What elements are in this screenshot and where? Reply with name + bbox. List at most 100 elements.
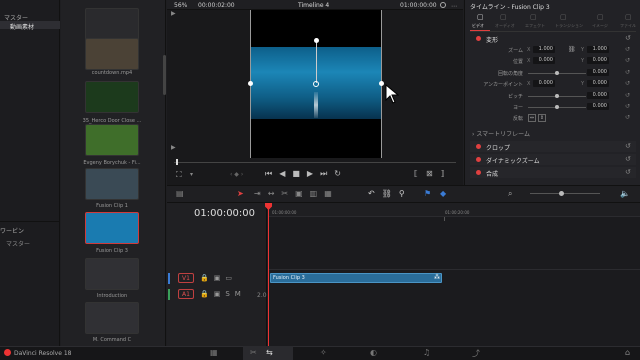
insert-clip-icon[interactable]: ▣ — [295, 189, 310, 198]
v1-lock-icon[interactable]: 🔒 — [200, 274, 214, 282]
transform-x-field[interactable]: 1.000 — [533, 46, 555, 53]
transform-y-field[interactable]: 0.000 — [587, 92, 609, 99]
a1-controls[interactable]: 🔒▣SM — [200, 290, 246, 298]
mark-in-icon[interactable]: ⟦ — [414, 169, 426, 178]
transform-header[interactable]: 変形 — [486, 35, 498, 44]
tab-transition-icon[interactable]: ▢ — [560, 13, 567, 21]
center-handle[interactable] — [313, 81, 319, 87]
crop-enable-icon[interactable] — [476, 144, 481, 149]
cut-page-icon[interactable]: ✂ — [250, 348, 257, 357]
transform-slider-knob[interactable] — [555, 71, 559, 75]
a1-track-label[interactable]: A1 — [178, 289, 194, 299]
v1-track-label[interactable]: V1 — [178, 273, 194, 283]
color-page-icon[interactable]: ◐ — [370, 348, 377, 357]
zoom-level[interactable]: 56% — [174, 2, 187, 9]
zoom-icon[interactable]: ⌕ — [508, 189, 512, 199]
viewer-left-icon[interactable]: ▶ — [171, 10, 176, 17]
tab-video[interactable]: ビデオ — [472, 23, 484, 29]
dynamic-trim-icon[interactable]: ↔ — [268, 189, 282, 198]
loop-icon[interactable]: ↻ — [334, 169, 348, 178]
power-bins-label[interactable]: ワービン — [0, 226, 24, 235]
smart-reframe-header[interactable]: › スマートリフレーム — [472, 129, 530, 138]
timeline-name[interactable]: Timeline 4 — [298, 2, 329, 9]
project-home-icon[interactable]: ⌂ — [625, 348, 630, 357]
dynamic-zoom-reset-icon[interactable]: ↺ — [625, 155, 631, 163]
row-reset-icon[interactable]: ↺ — [625, 103, 630, 110]
mark-clip-icon[interactable]: ⊠ — [426, 169, 441, 178]
go-start-icon[interactable]: ⏮ — [265, 169, 279, 178]
tab-transition[interactable]: トランジション — [555, 23, 583, 29]
play-icon[interactable]: ▶ — [307, 169, 320, 178]
transform-y-field[interactable]: 0.000 — [587, 103, 609, 110]
transform-y-field[interactable]: 0.000 — [587, 80, 609, 87]
tab-effects[interactable]: エフェクト — [525, 23, 545, 29]
scrub-bar[interactable] — [174, 162, 456, 163]
transport-controls[interactable]: ⏮◀■▶⏭↻ — [265, 169, 348, 179]
flag-icon[interactable]: ⚑ — [424, 189, 431, 198]
transform-enable-icon[interactable] — [476, 36, 481, 41]
row-reset-icon[interactable]: ↺ — [625, 69, 630, 76]
tab-file[interactable]: ファイル — [620, 23, 636, 29]
viewer-menu-icon[interactable]: ⋯ — [451, 3, 457, 10]
snapping-icon[interactable]: ↶ — [368, 189, 382, 198]
crop-reset-icon[interactable]: ↺ — [625, 142, 631, 150]
a1-autoselect-icon[interactable]: ▣ — [214, 290, 226, 298]
jog-icon[interactable]: ‹ ◆ › — [230, 171, 243, 178]
edit-page-icon[interactable]: ⇆ — [266, 348, 273, 357]
fusion-clip-3-thumbnail[interactable] — [85, 212, 139, 244]
tab-effects-icon[interactable]: ▢ — [530, 13, 537, 21]
playhead-line[interactable] — [268, 209, 269, 346]
viewer-bottom-left-icon[interactable]: ▶ — [171, 144, 176, 151]
left-handle[interactable] — [248, 81, 253, 86]
transform-slider-knob[interactable] — [555, 94, 559, 98]
evgeny-clip-thumbnail[interactable] — [85, 124, 139, 156]
transform-y-field[interactable]: 0.000 — [587, 69, 609, 76]
selection-tool-icon[interactable]: ➤ — [237, 189, 244, 198]
a1-lock-icon[interactable]: 🔒 — [200, 290, 214, 298]
command-c-clip-thumbnail[interactable] — [85, 302, 139, 334]
replace-clip-icon[interactable]: ▦ — [324, 189, 339, 198]
zoom-link-icon[interactable]: ⛓ — [568, 46, 576, 53]
timeline-view-icon[interactable]: ▤ — [176, 189, 184, 198]
row-reset-icon[interactable]: ↺ — [625, 57, 630, 64]
deliver-page-icon[interactable]: ⤴ — [472, 348, 480, 359]
fusion-clip-1-thumbnail[interactable] — [85, 168, 139, 200]
overwrite-clip-icon[interactable]: ▥ — [310, 189, 325, 198]
transform-x-field[interactable]: 0.000 — [533, 57, 555, 64]
row-reset-icon[interactable]: ↺ — [625, 46, 630, 53]
row-reset-icon[interactable]: ↺ — [625, 80, 630, 87]
tab-video-icon[interactable]: ▢ — [477, 13, 484, 21]
introduction-clip-thumbnail[interactable] — [85, 258, 139, 290]
position-lock-icon[interactable]: ⚲ — [399, 189, 412, 198]
transform-slider-knob[interactable] — [555, 105, 559, 109]
go-end-icon[interactable]: ⏭ — [320, 169, 334, 178]
door-close-clip-thumbnail[interactable] — [85, 81, 139, 113]
timecode-options-icon[interactable] — [440, 2, 446, 8]
blade-tool-icon[interactable]: ✂ — [281, 189, 295, 198]
row-reset-icon[interactable]: ↺ — [625, 114, 630, 121]
dynamic-zoom-enable-icon[interactable] — [476, 157, 481, 162]
tab-image-icon[interactable]: ▢ — [597, 13, 604, 21]
viewer-mode-dropdown-icon[interactable]: ▾ — [190, 171, 193, 178]
mark-out-icon[interactable]: ⟧ — [441, 169, 453, 178]
flip-vertical-icon[interactable]: ⇕ — [538, 114, 546, 122]
fusion-page-icon[interactable]: ✧ — [320, 348, 327, 357]
rotation-handle[interactable] — [314, 38, 319, 43]
transform-y-field[interactable]: 1.000 — [587, 46, 609, 53]
link-icon[interactable]: ⛓ — [382, 189, 399, 198]
viewer-mode-icon[interactable]: ⛶ — [176, 170, 182, 180]
fairlight-page-icon[interactable]: ♫ — [423, 348, 430, 357]
tab-file-icon[interactable]: ▢ — [625, 13, 632, 21]
countdown-clip-thumbnail[interactable] — [85, 38, 139, 70]
tab-audio[interactable]: オーディオ — [495, 23, 515, 29]
tab-audio-icon[interactable]: ▢ — [500, 13, 507, 21]
v1-controls[interactable]: 🔒▣▭ — [200, 274, 237, 282]
tab-image[interactable]: イメージ — [592, 23, 608, 29]
composite-reset-icon[interactable]: ↺ — [625, 168, 631, 176]
compound-clip-1-thumbnail[interactable] — [85, 8, 139, 40]
media-pool-scrollbar[interactable] — [163, 55, 166, 95]
a1-solo-button[interactable]: S — [225, 290, 234, 298]
power-bins-master[interactable]: マスター — [6, 239, 30, 248]
marker-icon[interactable]: ◆ — [440, 189, 446, 198]
edit-tools[interactable]: ⇥↔✂▣▥▦ — [254, 189, 339, 198]
